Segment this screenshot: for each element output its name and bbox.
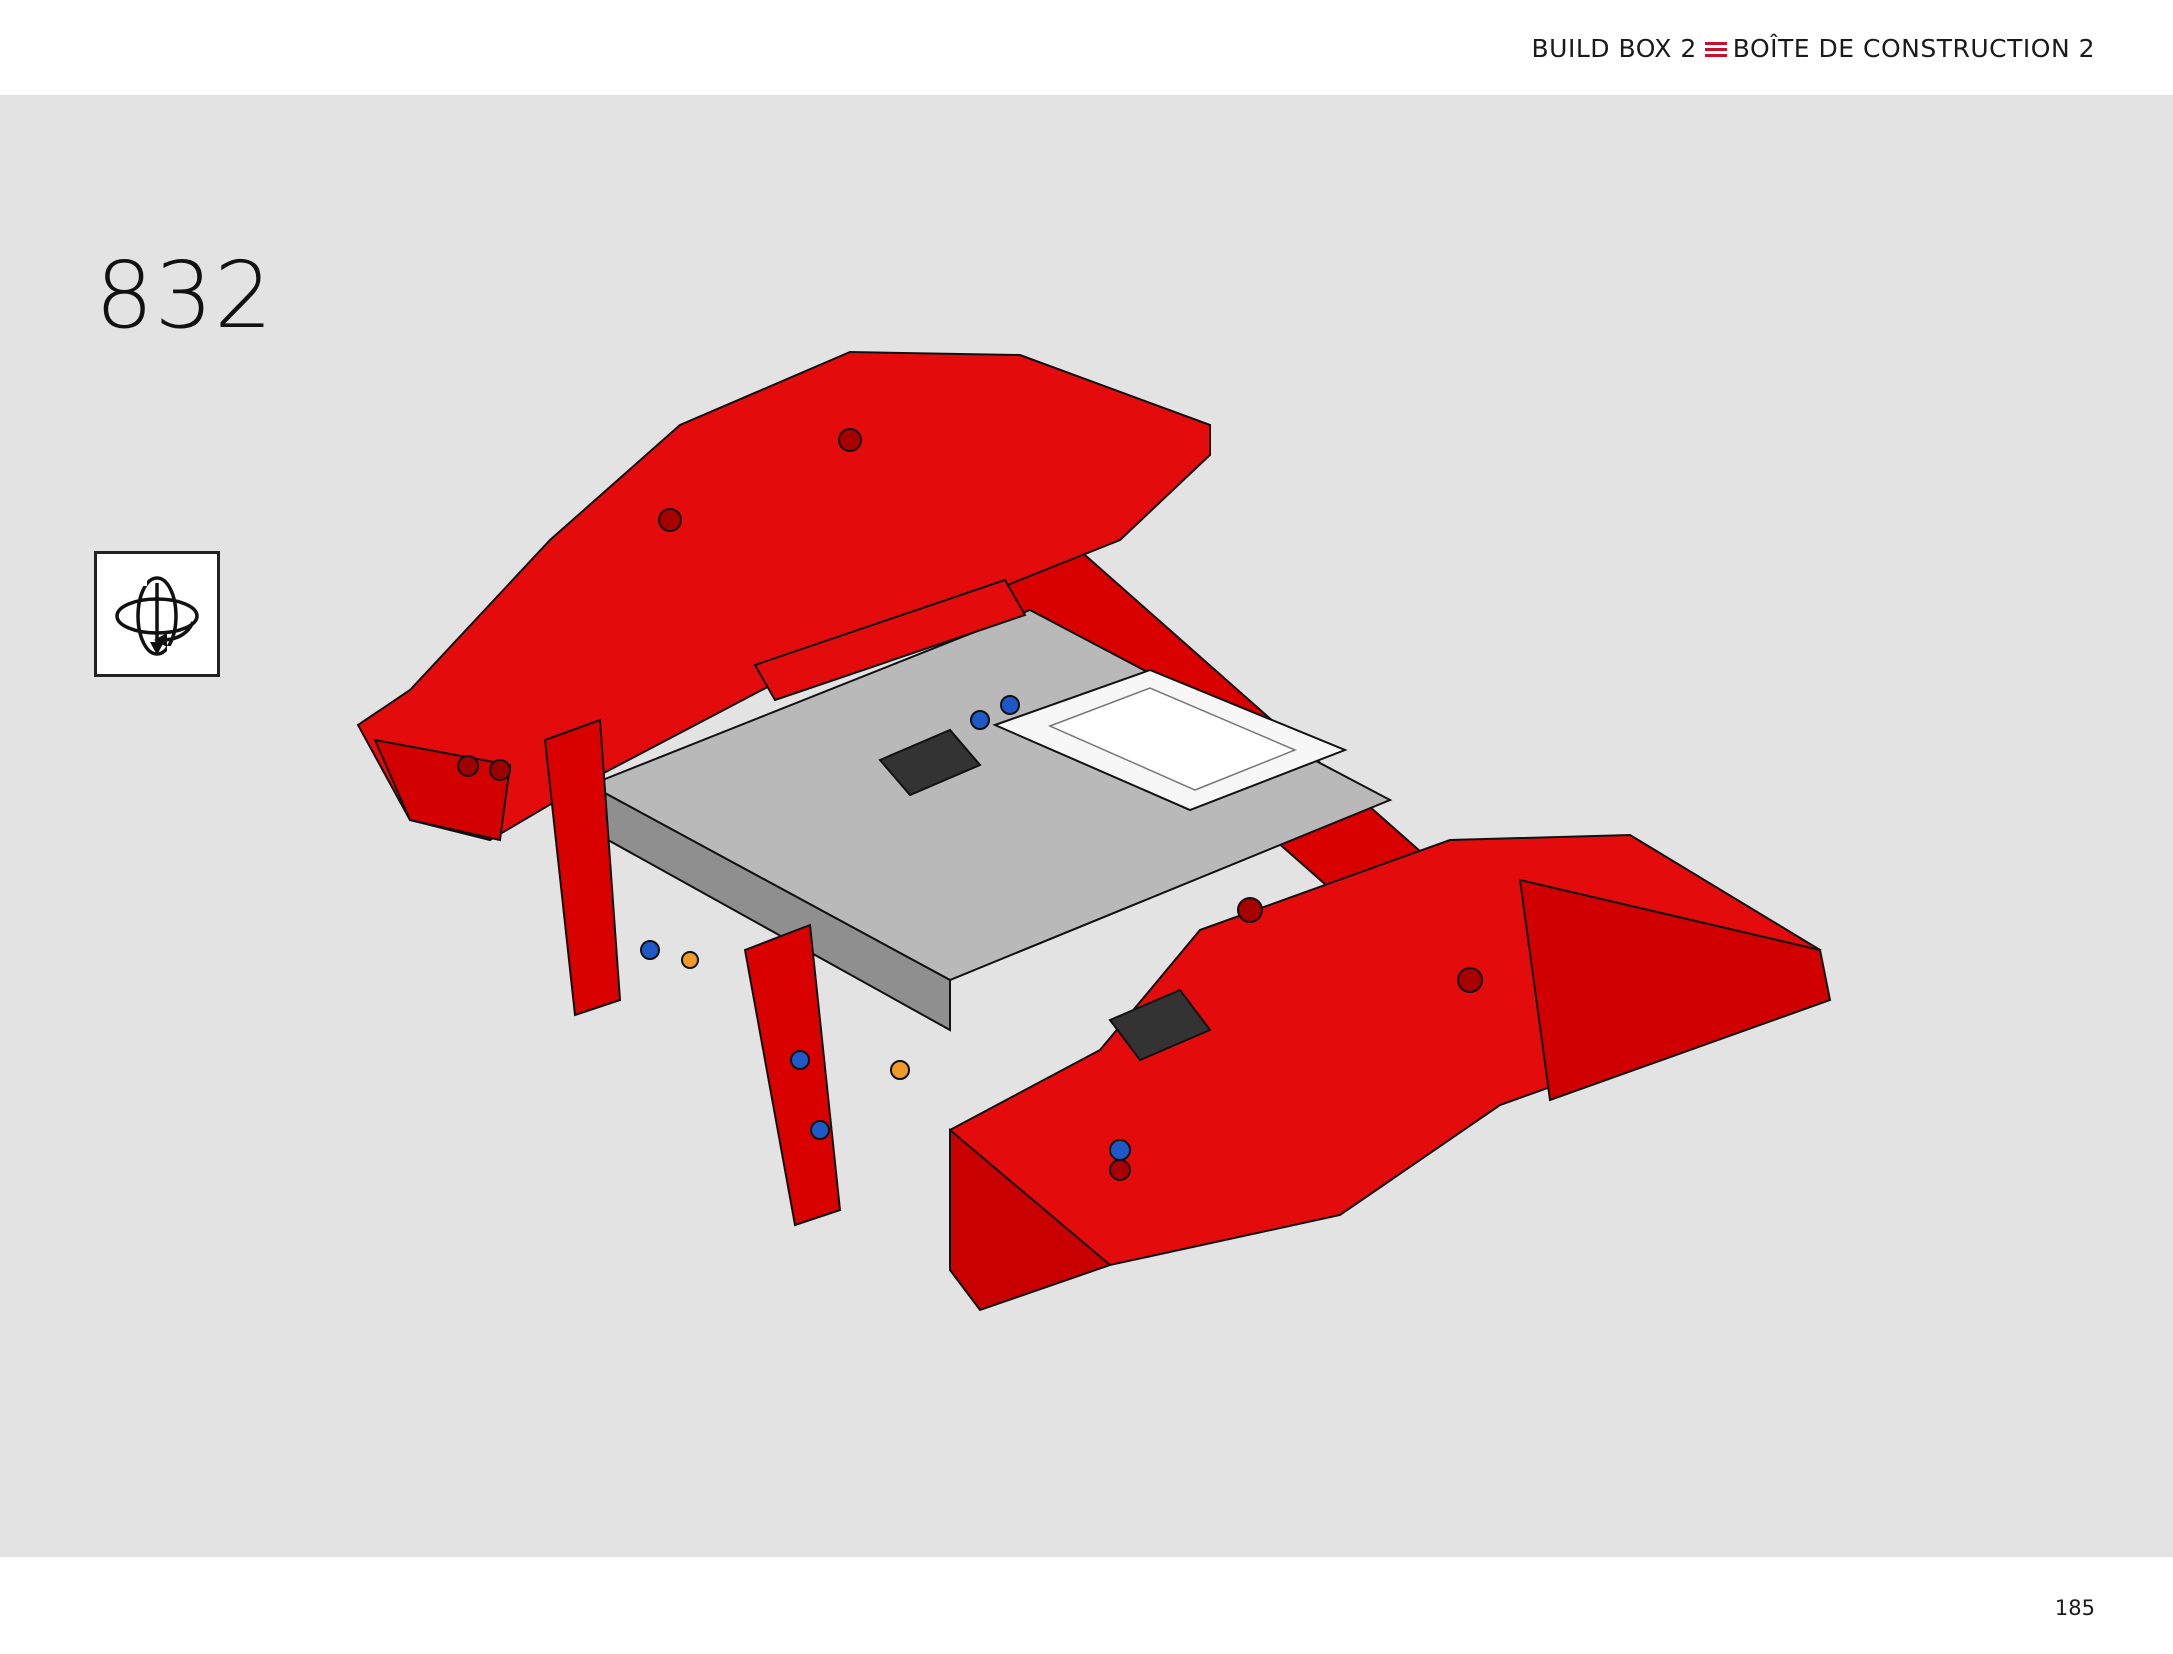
build-box-title: BUILD BOX 2 BOÎTE DE CONSTRUCTION 2 (1532, 34, 2095, 63)
lego-model-illustration (350, 340, 1930, 1420)
page-header: BUILD BOX 2 BOÎTE DE CONSTRUCTION 2 (0, 0, 2173, 95)
step-number: 832 (95, 242, 274, 349)
page-number: 185 (2054, 1596, 2095, 1620)
rotate-model-icon (94, 551, 220, 677)
build-box-label-fr: BOÎTE DE CONSTRUCTION 2 (1732, 34, 2095, 63)
rotate-arrows-icon (115, 576, 199, 656)
page-footer (0, 1557, 2173, 1654)
build-box-label-en: BUILD BOX 2 (1531, 34, 1697, 63)
three-red-lines-icon (1704, 41, 1727, 57)
